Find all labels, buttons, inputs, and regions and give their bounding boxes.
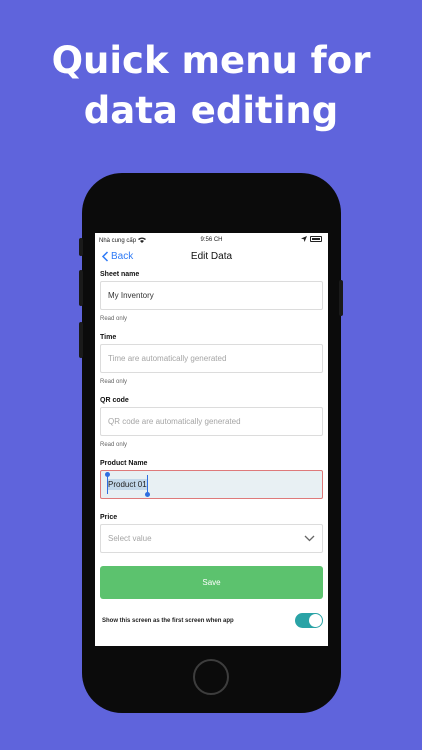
time-placeholder: Time are automatically generated [108,354,227,363]
product-name-label: Product Name [100,460,148,467]
app-screen: Nhà cung cấp 9:56 CH Back Edit Data Shee… [95,233,328,646]
sheet-name-hint: Read only [100,316,128,322]
status-bar: Nhà cung cấp 9:56 CH [95,233,328,247]
product-name-selection: Product 01 [105,472,150,497]
sheet-name-field[interactable]: My Inventory [100,281,323,310]
qr-code-label: QR code [100,397,129,404]
qr-code-hint: Read only [100,442,128,448]
first-screen-toggle-row: Show this screen as the first screen whe… [100,613,323,628]
time-field[interactable]: Time are automatically generated [100,344,323,373]
time-label: Time [100,334,117,341]
first-screen-toggle-label: Show this screen as the first screen whe… [102,617,234,624]
mute-switch [79,238,83,256]
power-button [339,280,343,316]
price-label: Price [100,514,118,521]
save-label: Save [202,578,221,587]
headline-line-2: data editing [83,89,339,132]
selection-end-handle[interactable] [144,475,150,497]
volume-down-button [79,322,83,358]
headline-line-1: Quick menu for [51,39,371,82]
qr-code-placeholder: QR code are automatically generated [108,417,241,426]
home-button[interactable] [193,659,229,695]
price-select[interactable]: Select value [100,524,323,553]
sheet-name-value: My Inventory [108,291,154,300]
price-placeholder: Select value [108,534,152,543]
time-hint: Read only [100,379,128,385]
status-right [301,236,322,242]
volume-up-button [79,270,83,306]
location-arrow-icon [301,236,307,242]
selection-start-handle[interactable] [105,472,110,494]
product-name-field[interactable]: Product 01 [100,470,323,499]
save-button[interactable]: Save [100,566,323,599]
sheet-name-label: Sheet name [100,271,140,278]
qr-code-field[interactable]: QR code are automatically generated [100,407,323,436]
first-screen-toggle[interactable] [295,613,323,628]
chevron-down-icon [304,535,315,542]
nav-bar: Back Edit Data [95,247,328,267]
edit-form: Sheet name My Inventory Read only Time T… [95,271,328,628]
page-title: Edit Data [190,251,233,262]
battery-icon [310,236,322,242]
product-name-value: Product 01 [108,480,147,489]
status-time: 9:56 CH [200,237,223,243]
promo-headline: Quick menu for data editing [0,36,422,136]
